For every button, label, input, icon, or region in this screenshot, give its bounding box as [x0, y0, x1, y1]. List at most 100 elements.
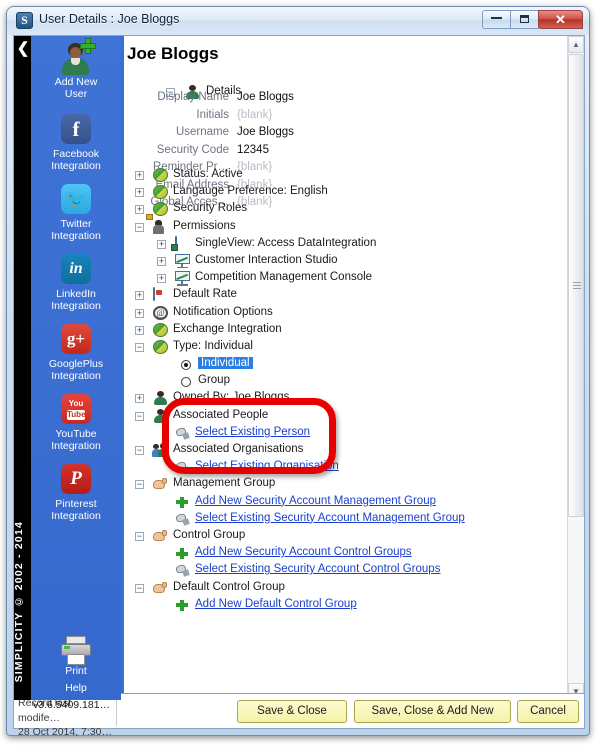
tree-link-row[interactable]: Add New Security Account Management Grou… — [121, 494, 564, 511]
expander-collapsed-icon[interactable]: + — [135, 188, 144, 198]
expander-collapsed-icon[interactable]: + — [135, 394, 144, 404]
expander-expanded-icon[interactable]: − — [135, 531, 144, 541]
sidebar-item-googleplus-integration[interactable]: g+ GooglePlus Integration — [31, 322, 121, 382]
globe-icon — [153, 339, 168, 354]
scrollbar-thumb[interactable] — [568, 54, 584, 517]
tree-radio-label[interactable]: Individual — [198, 357, 253, 370]
globe-icon — [153, 202, 168, 217]
detail-field-name: Display Name — [157, 91, 229, 103]
vertical-scrollbar[interactable]: ▲ ▼ — [567, 36, 584, 700]
close-button[interactable]: ✕ — [538, 10, 583, 29]
tree-node-label: Default Control Group — [173, 580, 285, 593]
tree-link-label[interactable]: Select Existing Security Account Control… — [195, 563, 440, 575]
tree-link-label[interactable]: Select Existing Security Account Managem… — [195, 512, 465, 524]
detail-field-value[interactable]: {blank} — [237, 109, 272, 121]
desktop-background: S User Details : Joe Bloggs ✕ ❮ SIMPLICI… — [0, 0, 598, 751]
tree-node-row[interactable]: + @ Notification Options — [121, 305, 564, 322]
tree-link-label[interactable]: Add New Security Account Control Groups — [195, 546, 412, 558]
tree-link-label[interactable]: Add New Default Control Group — [195, 598, 357, 610]
radio-selected[interactable] — [181, 359, 191, 370]
tree-node-label: Competition Management Console — [195, 271, 373, 284]
details-content-panel: Joe Bloggs − Details Display Name Joe Blo… — [121, 36, 584, 700]
detail-field-row: Security Code 12345 — [121, 144, 421, 162]
tree-node-row[interactable]: + Owned By: Joe Bloggs — [121, 390, 564, 407]
tree-link-label[interactable]: Select Existing Organisation — [195, 460, 339, 472]
save-close-add-new-button[interactable]: Save, Close & Add New — [354, 700, 511, 723]
sidebar-item-linkedin-integration[interactable]: in LinkedIn Integration — [31, 252, 121, 312]
tree-node-row[interactable]: + Status: Active — [121, 167, 564, 184]
minimize-button[interactable] — [482, 10, 511, 29]
tree-node-row[interactable]: + Langauge Preference: English — [121, 184, 564, 201]
tree-node-row[interactable]: + Security Roles — [121, 201, 564, 218]
youtube-glyph-bottom: Tube — [67, 410, 86, 420]
cancel-button[interactable]: Cancel — [517, 700, 579, 723]
sidebar-label-line1: Pinterest — [55, 498, 97, 510]
singleview-icon — [175, 235, 177, 250]
maximize-button[interactable] — [510, 10, 539, 29]
record-last-modified-value: 28 Oct 2014, 7:30… — [18, 726, 112, 738]
sidebar-item-twitter-integration[interactable]: 🐦 Twitter Integration — [31, 182, 121, 242]
tree-node-row[interactable]: − Control Group — [121, 528, 564, 545]
tree-link-row[interactable]: Add New Security Account Control Groups — [121, 545, 564, 562]
tree-node-row[interactable]: − Type: Individual — [121, 339, 564, 356]
tree-radio-row[interactable]: Group — [121, 373, 564, 390]
expander-collapsed-icon[interactable]: + — [135, 291, 144, 301]
sidebar-item-print[interactable]: Print — [31, 634, 121, 678]
back-arrow-icon[interactable]: ❮ — [16, 40, 30, 58]
expander-collapsed-icon[interactable]: + — [135, 325, 144, 335]
tree-node-label: Type: Individual — [173, 339, 253, 352]
expander-collapsed-icon[interactable]: + — [135, 171, 144, 180]
tree-link-row[interactable]: Select Existing Person — [121, 425, 564, 442]
tree-node-label: Exchange Integration — [173, 322, 282, 335]
expander-collapsed-icon[interactable]: + — [157, 274, 166, 284]
sidebar-item-pinterest-integration[interactable]: P Pinterest Integration — [31, 462, 121, 522]
detail-field-value[interactable]: 12345 — [237, 144, 269, 156]
tree-radio-row[interactable]: Individual — [121, 356, 564, 373]
expander-expanded-icon[interactable]: − — [135, 222, 144, 232]
tree-link-row[interactable]: Select Existing Security Account Managem… — [121, 511, 564, 528]
window-titlebar[interactable]: S User Details : Joe Bloggs ✕ — [7, 7, 589, 35]
tree-node-row[interactable]: + Competition Management Console — [121, 270, 564, 287]
tree-link-row[interactable]: Select Existing Security Account Control… — [121, 562, 564, 579]
sidebar-item-facebook-integration[interactable]: f Facebook Integration — [31, 112, 121, 172]
tree-link-label[interactable]: Select Existing Person — [195, 426, 310, 438]
tree-node-row[interactable]: − Associated People — [121, 408, 564, 425]
sidebar-item-youtube-integration[interactable]: You Tube YouTube Integration — [31, 392, 121, 452]
expander-expanded-icon[interactable]: − — [135, 446, 144, 455]
expander-collapsed-icon[interactable]: + — [157, 256, 166, 266]
tree-node-row[interactable]: − Associated Organisations — [121, 442, 564, 459]
facebook-glyph: f — [61, 114, 91, 144]
expander-expanded-icon[interactable]: − — [135, 583, 144, 593]
detail-field-value[interactable]: Joe Bloggs — [237, 126, 294, 138]
expander-collapsed-icon[interactable]: + — [157, 239, 166, 249]
tree-radio-label[interactable]: Group — [198, 374, 230, 386]
tree-node-row[interactable]: − Management Group — [121, 476, 564, 493]
googleplus-glyph: g+ — [61, 324, 91, 354]
tree-node-row[interactable]: + Customer Interaction Studio — [121, 253, 564, 270]
tree-link-row[interactable]: Add New Default Control Group — [121, 597, 564, 614]
tree-node-row[interactable]: − Default Control Group — [121, 580, 564, 597]
tree-node-row[interactable]: + Exchange Integration — [121, 322, 564, 339]
tree-node-row[interactable]: + Default Rate — [121, 287, 564, 304]
tree-link-row[interactable]: Select Existing Organisation — [121, 459, 564, 476]
expander-collapsed-icon[interactable]: + — [135, 308, 144, 318]
tree-node-row[interactable]: + SingleView: Access DataIntegration — [121, 235, 564, 253]
expander-expanded-icon[interactable]: − — [135, 480, 144, 490]
sidebar-label-line1: Twitter — [60, 218, 92, 230]
radio-unselected[interactable] — [181, 376, 191, 387]
sidebar-item-help[interactable]: Help — [31, 682, 121, 695]
tree-node-row[interactable]: − Permissions — [121, 213, 564, 236]
detail-field-value[interactable]: Joe Bloggs — [237, 91, 294, 103]
expander-expanded-icon[interactable]: − — [135, 342, 144, 352]
expander-collapsed-icon[interactable]: + — [135, 205, 144, 215]
simplicity-s-icon: S — [16, 12, 33, 29]
tree-link-label[interactable]: Add New Security Account Management Grou… — [195, 495, 436, 507]
save-and-close-button[interactable]: Save & Close — [237, 700, 347, 723]
navigation-sidebar: Add New User f Facebook Integration 🐦 Tw… — [31, 36, 121, 711]
detail-field-name: Initials — [196, 108, 229, 121]
sidebar-label-line2: Integration — [51, 229, 101, 242]
sidebar-item-add-new-user[interactable]: Add New User — [31, 38, 121, 100]
expander-expanded-icon[interactable]: − — [135, 411, 144, 421]
scroll-up-button[interactable]: ▲ — [568, 36, 584, 53]
sidebar-label-line2: User — [64, 87, 88, 100]
